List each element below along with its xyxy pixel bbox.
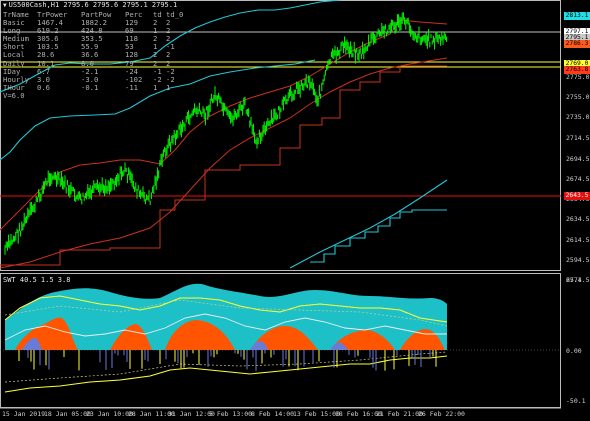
- indicator-tick: 67.1: [566, 276, 582, 284]
- time-tick: 13 Feb 15:00: [293, 410, 340, 418]
- indicator-tick: -50.1: [566, 397, 586, 405]
- time-tick: 21 Feb 21:00: [376, 410, 423, 418]
- price-tick: 2614.5: [566, 236, 590, 244]
- table-cell: 1: [153, 82, 158, 92]
- collapse-triangle-icon[interactable]: ▼: [3, 2, 7, 9]
- price-tick: 2694.5: [566, 155, 590, 163]
- table-row: Local 28.6 36.6 128 2 2: [3, 51, 186, 59]
- table-cell: 1: [166, 82, 171, 92]
- table-cell: -0.1: [81, 82, 99, 92]
- time-tick: 18 Jan 05:00: [44, 410, 91, 418]
- table-cell: -11: [125, 82, 138, 92]
- swt-yellow-band-lower: [4, 355, 448, 393]
- time-tick: 23 Jan 10:00: [86, 410, 133, 418]
- price-tick: 2594.5: [566, 256, 590, 264]
- symbol-line: US500Cash,H1 2795.6 2795.6 2795.1 2795.1: [8, 1, 178, 9]
- time-tick: 15 Jan 2019: [2, 410, 46, 418]
- lower-cyan-step: [310, 209, 447, 263]
- indicator-tick: 0.00: [566, 347, 582, 355]
- trend-power-table: TrName TrPower PartPow Perc td td_0 Basic 1467.…: [3, 10, 186, 100]
- table-row: IHour 0.6 -0.1 -11 1 1: [3, 82, 186, 92]
- price-tag: 2763.8: [564, 66, 590, 74]
- price-tick: 2775.0: [566, 73, 590, 81]
- time-tick: 8 Feb 14:00: [251, 410, 295, 418]
- price-tag: 2786.3: [564, 40, 590, 48]
- time-tick: 26 Feb 22:00: [418, 410, 465, 418]
- price-tag: 2813.1: [564, 12, 590, 20]
- price-tag: 2643.5: [564, 192, 590, 200]
- table-cell: 0.6: [37, 82, 50, 92]
- price-tick: 2634.5: [566, 215, 590, 223]
- swt-dashed-lower: [4, 351, 448, 383]
- swt-indicator: [0, 283, 561, 393]
- price-tick: 2735.0: [566, 113, 590, 121]
- time-tick: 5 Feb 13:00: [209, 410, 253, 418]
- price-tick: 2674.5: [566, 175, 590, 183]
- chart-title: ▼ US500Cash,H1 2795.6 2795.6 2795.1 2795.…: [3, 1, 177, 9]
- lower-cyan-band: [289, 179, 448, 269]
- indicator-title: SWT 40.5 1.5 3.8: [3, 276, 71, 284]
- time-tick: 31 Jan 12:00: [168, 410, 215, 418]
- time-tick: 18 Feb 16:00: [335, 410, 382, 418]
- price-tick: 2714.5: [566, 134, 590, 142]
- price-tick: 2755.0: [566, 93, 590, 101]
- v-label: V=6.0: [3, 90, 25, 100]
